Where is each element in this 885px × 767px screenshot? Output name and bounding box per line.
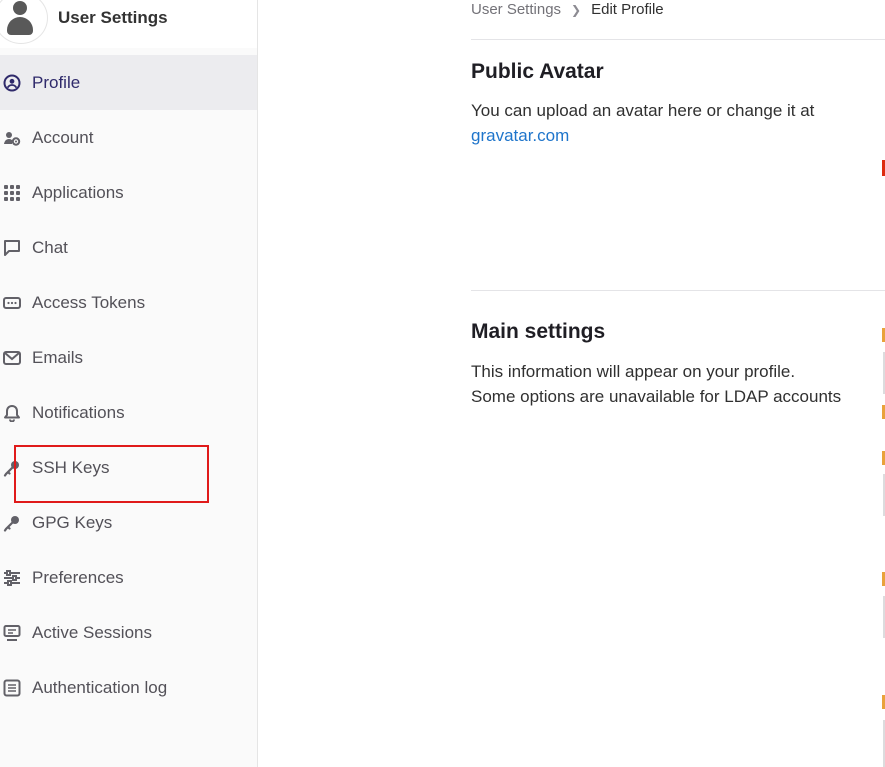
account-icon bbox=[3, 129, 21, 147]
sidebar-item-preferences[interactable]: Preferences bbox=[0, 550, 257, 605]
sidebar-item-notifications[interactable]: Notifications bbox=[0, 385, 257, 440]
key-icon bbox=[3, 514, 21, 532]
gravatar-link[interactable]: gravatar.com bbox=[471, 126, 569, 145]
sidebar-item-label: SSH Keys bbox=[32, 457, 110, 477]
token-icon bbox=[3, 294, 21, 312]
applications-icon bbox=[3, 184, 21, 202]
sidebar-item-label: Active Sessions bbox=[32, 622, 152, 642]
sidebar-item-ssh-keys[interactable]: SSH Keys bbox=[0, 440, 257, 495]
key-icon bbox=[3, 459, 21, 477]
log-icon bbox=[3, 679, 21, 697]
sidebar-item-active-sessions[interactable]: Active Sessions bbox=[0, 605, 257, 660]
sidebar-item-emails[interactable]: Emails bbox=[0, 330, 257, 385]
sidebar-item-label: Access Tokens bbox=[32, 292, 146, 312]
sidebar-item-applications[interactable]: Applications bbox=[0, 165, 257, 220]
mail-icon bbox=[3, 349, 21, 367]
sidebar-item-chat[interactable]: Chat bbox=[0, 220, 257, 275]
sidebar-item-account[interactable]: Account bbox=[0, 110, 257, 165]
public-avatar-text: You can upload an avatar here or change … bbox=[471, 101, 815, 120]
chat-icon bbox=[3, 239, 21, 257]
sidebar-item-profile[interactable]: Profile bbox=[0, 55, 257, 110]
sidebar-item-label: Notifications bbox=[32, 402, 125, 422]
main-settings-line-2: Some options are unavailable for LDAP ac… bbox=[471, 387, 842, 406]
preferences-icon bbox=[3, 569, 21, 587]
divider bbox=[471, 39, 885, 40]
sidebar-item-label: Applications bbox=[32, 182, 124, 202]
settings-nav: Profile Account Applications Chat Access… bbox=[0, 55, 257, 715]
sidebar-item-label: Authentication log bbox=[32, 677, 168, 697]
breadcrumb-parent-link[interactable]: User Settings bbox=[471, 1, 561, 18]
bell-icon bbox=[3, 404, 21, 422]
sidebar-title: User Settings bbox=[58, 8, 168, 27]
sidebar-item-gpg-keys[interactable]: GPG Keys bbox=[0, 495, 257, 550]
breadcrumb-current: Edit Profile bbox=[591, 1, 664, 18]
divider bbox=[471, 290, 885, 291]
sidebar-header: User Settings bbox=[0, 0, 257, 48]
main-settings-line-1: This information will appear on your pro… bbox=[471, 362, 796, 381]
sidebar-item-label: Account bbox=[32, 127, 94, 147]
chevron-right-icon: ❯ bbox=[571, 2, 582, 17]
monitor-icon bbox=[3, 624, 21, 642]
public-avatar-title: Public Avatar bbox=[471, 60, 604, 83]
settings-sidebar: User Settings Profile Account Applicatio… bbox=[0, 0, 258, 767]
profile-icon bbox=[3, 74, 21, 92]
sidebar-item-label: GPG Keys bbox=[32, 512, 113, 532]
public-avatar-description: You can upload an avatar here or change … bbox=[471, 98, 871, 148]
sidebar-item-label: Profile bbox=[32, 72, 81, 92]
main-settings-description: This information will appear on your pro… bbox=[471, 359, 871, 409]
sidebar-item-authentication-log[interactable]: Authentication log bbox=[0, 660, 257, 715]
breadcrumb: User Settings ❯ Edit Profile bbox=[471, 1, 664, 18]
sidebar-item-label: Chat bbox=[32, 237, 68, 257]
sidebar-item-access-tokens[interactable]: Access Tokens bbox=[0, 275, 257, 330]
user-avatar-icon[interactable] bbox=[0, 0, 48, 44]
main-settings-title: Main settings bbox=[471, 320, 606, 343]
sidebar-item-label: Emails bbox=[32, 347, 84, 367]
sidebar-item-label: Preferences bbox=[32, 567, 124, 587]
